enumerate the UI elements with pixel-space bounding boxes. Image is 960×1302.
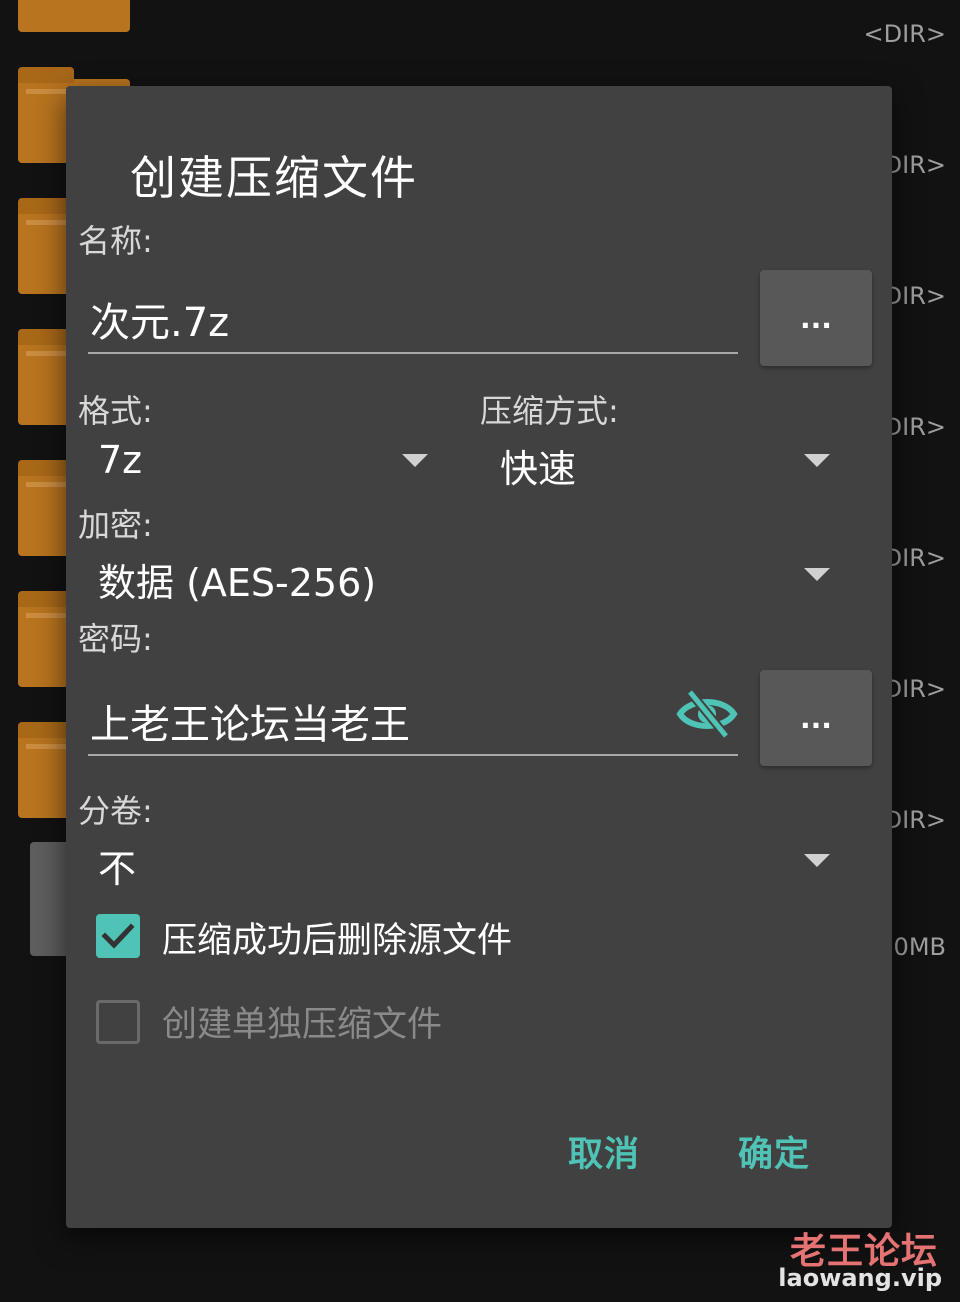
row-meta: DIR>: [883, 413, 946, 441]
password-input[interactable]: 上老王论坛当老王: [88, 684, 738, 758]
row-meta: <DIR>: [863, 20, 946, 48]
name-label: 名称:: [78, 222, 153, 260]
create-archive-dialog: 创建压缩文件 名称: 次元.7z ... 格式: 压缩方式: 7z 快速 加密:…: [66, 86, 892, 1228]
format-select[interactable]: 7z: [88, 432, 438, 492]
format-label: 格式:: [78, 392, 153, 430]
split-label: 分卷:: [78, 792, 153, 830]
password-input-underline: [88, 754, 738, 756]
file-row[interactable]: <DIR>: [0, 0, 960, 55]
encryption-label: 加密:: [78, 506, 153, 544]
split-select[interactable]: 不: [88, 832, 840, 892]
name-browse-button[interactable]: ...: [760, 270, 872, 366]
row-meta: DIR>: [883, 806, 946, 834]
name-input-value: 次元.7z: [90, 300, 230, 346]
format-select-value: 7z: [98, 438, 143, 482]
check-icon: [101, 923, 135, 949]
row-meta: 0MB: [893, 933, 946, 961]
row-meta: DIR>: [883, 282, 946, 310]
folder-icon: [18, 0, 130, 32]
cancel-button[interactable]: 取消: [568, 1126, 640, 1177]
row-meta: DIR>: [883, 544, 946, 572]
row-meta: DIR>: [883, 675, 946, 703]
delete-source-checkbox[interactable]: [96, 914, 140, 958]
row-meta: DIR>: [883, 151, 946, 179]
name-input-underline: [88, 352, 738, 354]
password-label: 密码:: [78, 620, 153, 658]
password-browse-button[interactable]: ...: [760, 670, 872, 766]
separate-archives-checkbox[interactable]: [96, 1000, 140, 1044]
chevron-down-icon: [804, 854, 830, 867]
separate-archives-option[interactable]: 创建单独压缩文件: [96, 996, 696, 1046]
chevron-down-icon: [402, 454, 428, 467]
split-select-value: 不: [98, 847, 137, 891]
method-select-value: 快速: [500, 447, 577, 491]
chevron-down-icon: [804, 568, 830, 581]
delete-source-option[interactable]: 压缩成功后删除源文件: [96, 912, 696, 962]
ok-button[interactable]: 确定: [738, 1126, 810, 1177]
encryption-select[interactable]: 数据 (AES-256): [88, 546, 840, 606]
dialog-title: 创建压缩文件: [130, 151, 418, 205]
eye-off-icon[interactable]: [676, 686, 738, 742]
encryption-select-value: 数据 (AES-256): [98, 561, 377, 605]
password-input-value: 上老王论坛当老王: [90, 702, 410, 748]
chevron-down-icon: [804, 454, 830, 467]
method-select[interactable]: 快速: [490, 432, 840, 492]
method-label: 压缩方式:: [480, 392, 619, 430]
delete-source-label: 压缩成功后删除源文件: [162, 921, 513, 961]
watermark-url: laowang.vip: [778, 1264, 942, 1292]
background-button[interactable]: [30, 842, 70, 956]
separate-archives-label: 创建单独压缩文件: [162, 1005, 443, 1045]
name-input[interactable]: 次元.7z: [88, 282, 738, 356]
